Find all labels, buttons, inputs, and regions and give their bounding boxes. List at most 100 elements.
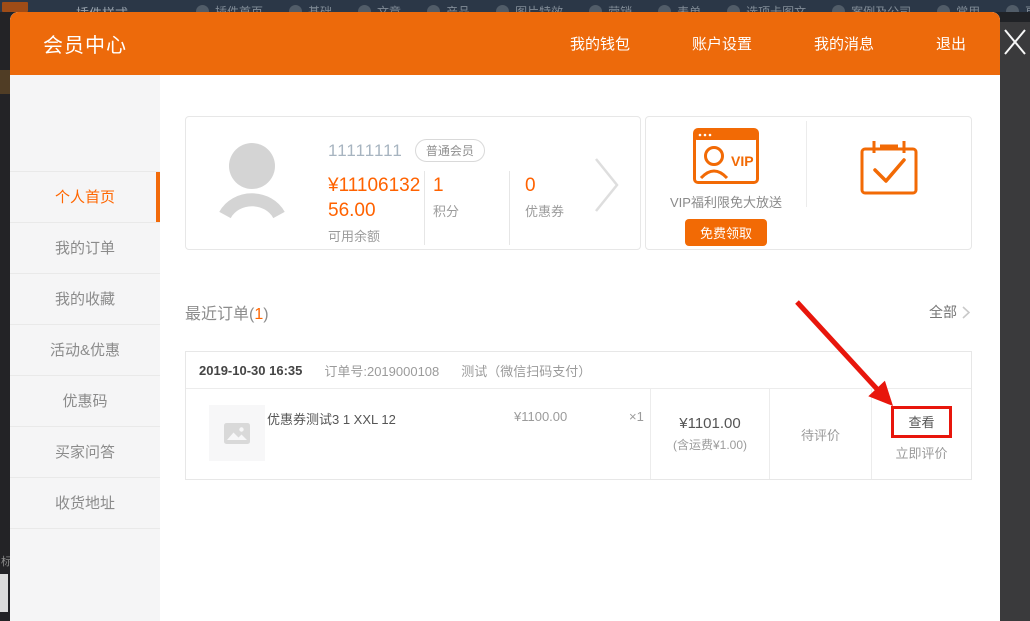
orders-count: 1 (254, 306, 263, 323)
background-page-left-strip: 标 (0, 12, 10, 621)
circle-icon (727, 5, 740, 12)
points-value: 1 (433, 173, 509, 198)
background-nav-item: 案例及公司 (832, 3, 911, 12)
order-header: 2019-10-30 16:35 订单号:2019000108 测试（微信扫码支… (186, 352, 971, 389)
background-nav-item: 选项卡图文 (727, 3, 806, 12)
main-content: 11111111 普通会员 ¥1110613256.00 可用余额 1 积分 (185, 75, 972, 621)
profile-stats: ¥1110613256.00 可用余额 1 积分 0 优惠券 (328, 171, 584, 245)
background-nav-item: 更多 (1006, 3, 1030, 12)
sidebar-item-coupon-code[interactable]: 优惠码 (10, 376, 160, 427)
circle-icon (589, 5, 602, 12)
header-nav: 我的钱包 账户设置 我的消息 退出 (570, 33, 966, 54)
order-card: 2019-10-30 16:35 订单号:2019000108 测试（微信扫码支… (185, 351, 972, 480)
stat-coupons: 0 优惠券 (509, 171, 584, 245)
sidebar-item-buyer-qa[interactable]: 买家问答 (10, 427, 160, 478)
sidebar-item-address[interactable]: 收货地址 (10, 478, 160, 529)
background-page-topbar: 插件样式 插件首页 基础 文章 产品 图片特效 营销 表单 选项卡图文 案例及公… (0, 0, 1030, 12)
product-name[interactable]: 优惠券测试3 1 XXL 12 (267, 409, 396, 428)
nav-item-account-settings[interactable]: 账户设置 (692, 33, 752, 54)
circle-icon (427, 5, 440, 12)
view-all-link[interactable]: 全部 (929, 302, 970, 322)
order-actions-cell: 查看 立即评价 (871, 389, 971, 479)
order-status: 待评价 (801, 425, 840, 444)
coupons-label: 优惠券 (525, 201, 564, 220)
circle-icon (358, 5, 371, 12)
background-nav-item: 营销 (589, 3, 632, 12)
vip-browser-icon: VIP (693, 128, 759, 184)
circle-icon (937, 5, 950, 12)
circle-icon (196, 5, 209, 12)
order-product-cell: 优惠券测试3 1 XXL 12 ¥1100.00 ×1 (186, 389, 650, 479)
background-fragment (0, 70, 10, 94)
shipping-note: (含运费¥1.00) (673, 436, 747, 453)
image-placeholder-icon (224, 423, 250, 444)
background-nav-item: 文章 (358, 3, 401, 12)
vip-promo: VIP VIP福利限免大放送 免费领取 (646, 117, 806, 249)
background-nav: 插件首页 基础 文章 产品 图片特效 营销 表单 选项卡图文 案例及公司 常用 … (196, 3, 1030, 12)
calendar-check-icon[interactable] (859, 139, 919, 197)
order-status-cell: 待评价 (769, 389, 871, 479)
profile-card: 11111111 普通会员 ¥1110613256.00 可用余额 1 积分 (185, 116, 641, 250)
chevron-right-icon[interactable] (594, 157, 620, 213)
sidebar: 个人首页 我的订单 我的收藏 活动&优惠 优惠码 买家问答 收货地址 (10, 75, 160, 621)
order-item-row: 优惠券测试3 1 XXL 12 ¥1100.00 ×1 ¥1101.00 (含运… (186, 389, 971, 479)
sidebar-item-favorites[interactable]: 我的收藏 (10, 274, 160, 325)
orders-title: 最近订单(1) (185, 300, 269, 324)
view-order-button[interactable]: 查看 (908, 415, 934, 430)
stat-balance: ¥1110613256.00 可用余额 (328, 171, 424, 245)
product-price: ¥1100.00 (514, 409, 567, 424)
background-fragment (0, 574, 8, 612)
vip-promo-title: VIP福利限免大放送 (646, 192, 806, 211)
annotation-red-box: 查看 (891, 406, 951, 438)
background-nav-item: 表单 (658, 3, 701, 12)
user-line: 11111111 普通会员 (328, 139, 485, 162)
checkin-section (806, 117, 971, 249)
nav-item-wallet[interactable]: 我的钱包 (570, 33, 630, 54)
orders-section-header: 最近订单(1) 全部 (185, 300, 972, 324)
order-datetime: 2019-10-30 16:35 (199, 363, 302, 378)
sidebar-item-promotions[interactable]: 活动&优惠 (10, 325, 160, 376)
promo-card: VIP VIP福利限免大放送 免费领取 (645, 116, 972, 250)
member-center-modal: 会员中心 我的钱包 账户设置 我的消息 退出 个人首页 我的订单 我的收藏 活动… (10, 12, 1000, 621)
background-nav-item: 常用 (937, 3, 980, 12)
close-icon[interactable] (1003, 27, 1027, 57)
background-nav-item: 基础 (289, 3, 332, 12)
sidebar-item-home[interactable]: 个人首页 (10, 172, 160, 223)
background-fragment (1000, 12, 1030, 22)
circle-icon (658, 5, 671, 12)
circle-icon (289, 5, 302, 12)
background-logo (2, 2, 28, 12)
circle-icon (832, 5, 845, 12)
background-nav-item: 插件首页 (196, 3, 263, 12)
username: 11111111 (328, 141, 403, 161)
nav-item-messages[interactable]: 我的消息 (814, 33, 874, 54)
order-total: ¥1101.00 (679, 415, 740, 432)
svg-text:VIP: VIP (731, 153, 754, 169)
points-label: 积分 (433, 201, 509, 220)
nav-item-logout[interactable]: 退出 (936, 33, 966, 54)
balance-value: ¥1110613256.00 (328, 173, 424, 223)
circle-icon (496, 5, 509, 12)
circle-icon (1006, 5, 1019, 12)
sidebar-item-orders[interactable]: 我的订单 (10, 223, 160, 274)
review-now-button[interactable]: 立即评价 (895, 443, 947, 462)
coupons-value: 0 (525, 173, 564, 198)
modal-body: 个人首页 我的订单 我的收藏 活动&优惠 优惠码 买家问答 收货地址 11111… (10, 75, 1000, 621)
sidebar-spacer (10, 75, 160, 172)
product-thumbnail[interactable] (209, 405, 265, 461)
order-total-cell: ¥1101.00 (含运费¥1.00) (650, 389, 769, 479)
background-page-right-strip (1000, 12, 1030, 621)
avatar (214, 139, 290, 225)
product-quantity: ×1 (629, 409, 644, 424)
order-number: 订单号:2019000108 (324, 361, 439, 380)
page-title: 会员中心 (43, 29, 127, 58)
member-level-badge: 普通会员 (415, 139, 485, 162)
order-payment-method: 测试（微信扫码支付） (461, 361, 591, 380)
free-claim-button[interactable]: 免费领取 (685, 219, 767, 246)
background-nav-item: 图片特效 (496, 3, 563, 12)
profile-row: 11111111 普通会员 ¥1110613256.00 可用余额 1 积分 (185, 116, 972, 250)
background-nav-item: 产品 (427, 3, 470, 12)
stat-points: 1 积分 (424, 171, 509, 245)
chevron-right-icon (962, 306, 970, 319)
modal-header: 会员中心 我的钱包 账户设置 我的消息 退出 (10, 12, 1000, 75)
